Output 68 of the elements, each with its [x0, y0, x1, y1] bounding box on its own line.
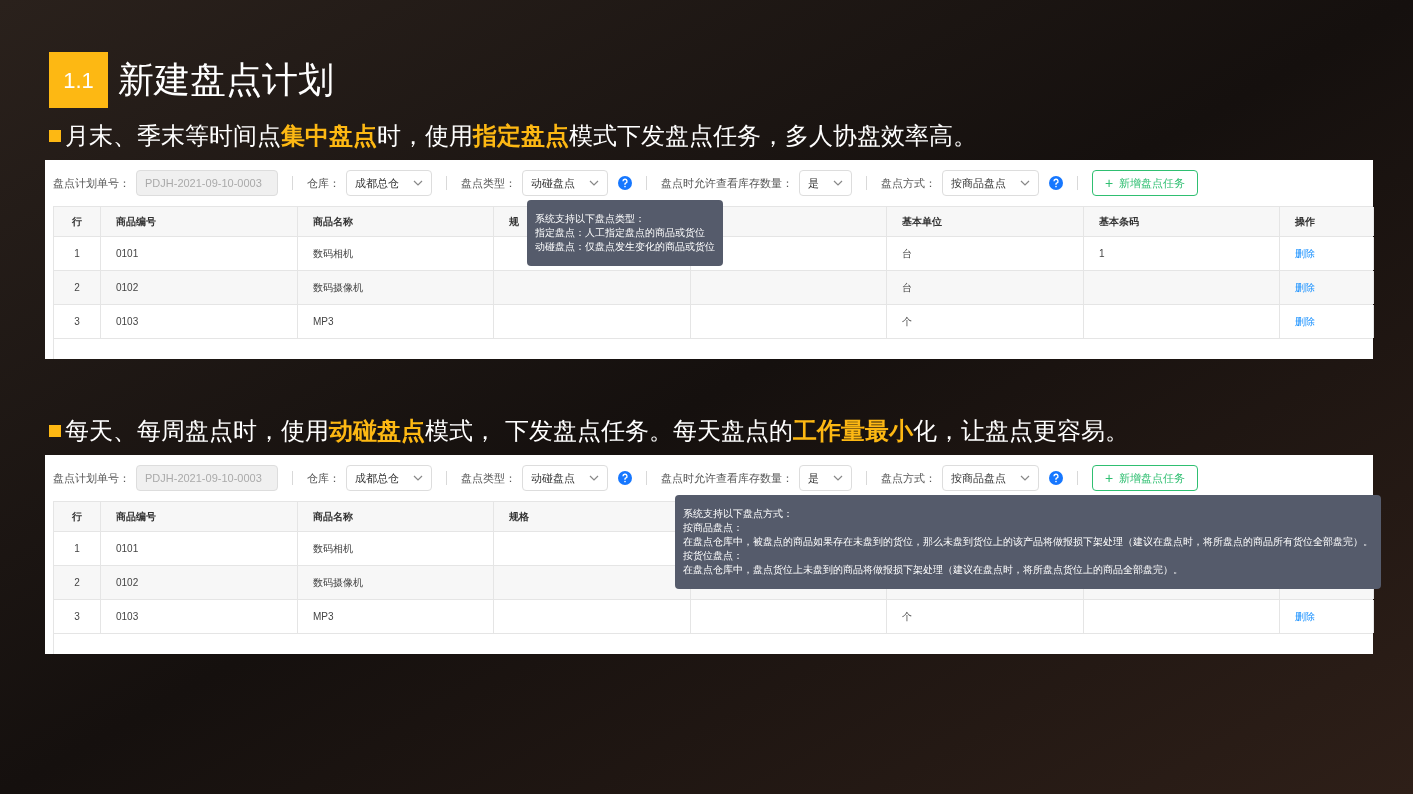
- select-field[interactable]: 成都总仓: [346, 170, 432, 196]
- table-cell-text: 1: [1099, 247, 1105, 261]
- tooltip-text: 在盘点仓库中，被盘点的商品如果存在未盘到的货位，那么未盘到货位上的该产品将做报损下架处理（建议在盘点时，将所盘点的商品所有货位全部盘完）。: [683, 535, 1373, 549]
- table-cell-text: 台: [902, 247, 912, 261]
- select-field[interactable]: 按商品盘点: [942, 170, 1039, 196]
- table-cell-text: 数码摄像机: [313, 576, 363, 590]
- slide-title: 新建盘点计划: [118, 58, 334, 102]
- table-cell-text: 0103: [116, 610, 139, 624]
- field-label: 仓库：: [307, 470, 340, 486]
- select-field[interactable]: 是: [799, 170, 852, 196]
- table-cell-text: MP3: [313, 610, 334, 624]
- field-label: 盘点类型：: [461, 175, 516, 191]
- select-field[interactable]: 按商品盘点: [942, 465, 1039, 491]
- tooltip-text: 按商品盘点：: [683, 521, 744, 535]
- field-label: 盘点时允许查看库存数量：: [661, 470, 793, 486]
- input-field: PDJH-2021-09-10-0003: [136, 465, 278, 491]
- column-header: 规: [509, 215, 519, 229]
- section-badge: 1.1: [49, 52, 108, 108]
- tooltip-text: 指定盘点：人工指定盘点的商品或货位: [535, 226, 706, 240]
- column-header: 基本单位: [902, 215, 942, 229]
- table-cell-text: 1: [74, 247, 80, 261]
- field-label: 盘点方式：: [881, 175, 936, 191]
- tooltip-text: 系统支持以下盘点类型：: [535, 212, 646, 226]
- field-label: 仓库：: [307, 175, 340, 191]
- field-label: 盘点类型：: [461, 470, 516, 486]
- field-label: 盘点计划单号：: [53, 470, 130, 486]
- column-header: 商品名称: [313, 510, 353, 524]
- table-cell-text: 1: [74, 542, 80, 556]
- table-cell-text: 个: [902, 315, 912, 329]
- table-cell-text: 台: [902, 281, 912, 295]
- column-header: 行: [72, 215, 82, 229]
- tooltip-text: 在盘点仓库中，盘点货位上未盘到的商品将做报损下架处理（建议在盘点时，将所盘点货位上的商品全部盘完）。: [683, 563, 1184, 577]
- tooltip-text: 动碰盘点：仅盘点发生变化的商品或货位: [535, 240, 715, 254]
- field-label: 盘点时允许查看库存数量：: [661, 175, 793, 191]
- bullet-text: 月末、季末等时间点集中盘点时，使用指定盘点模式下发盘点任务，多人协盘效率高。: [65, 121, 977, 152]
- table-cell-text: MP3: [313, 315, 334, 329]
- table-cell-text: 0101: [116, 542, 139, 556]
- table-cell-text: 2: [74, 281, 80, 295]
- table-cell-text: 0103: [116, 315, 139, 329]
- select-field[interactable]: 动碰盘点: [522, 170, 608, 196]
- column-header: 规格: [509, 510, 529, 524]
- table-cell-text: 3: [74, 610, 80, 624]
- bullet-text: 每天、每周盘点时，使用动碰盘点模式， 下发盘点任务。每天盘点的工作量最小化，让盘点更容易。: [65, 416, 1129, 447]
- table-cell-text: 0102: [116, 576, 139, 590]
- table-cell-text: 0102: [116, 281, 139, 295]
- field-label: 盘点方式：: [881, 470, 936, 486]
- table-cell-text: 个: [902, 610, 912, 624]
- select-field[interactable]: 是: [799, 465, 852, 491]
- input-field: PDJH-2021-09-10-0003: [136, 170, 278, 196]
- tooltip-text: 按货位盘点：: [683, 549, 744, 563]
- column-header: 商品编号: [116, 215, 156, 229]
- field-label: 盘点计划单号：: [53, 175, 130, 191]
- column-header: 商品编号: [116, 510, 156, 524]
- select-field[interactable]: 动碰盘点: [522, 465, 608, 491]
- column-header: 操作: [1295, 215, 1315, 229]
- column-header: 行: [72, 510, 82, 524]
- table-cell-text: 数码相机: [313, 542, 353, 556]
- plus-icon: +: [1105, 176, 1114, 190]
- table-cell-text: 数码相机: [313, 247, 353, 261]
- plus-icon: +: [1105, 471, 1114, 485]
- table-cell-text: 0101: [116, 247, 139, 261]
- table-cell-text: 2: [74, 576, 80, 590]
- tooltip-text: 系统支持以下盘点方式：: [683, 507, 794, 521]
- column-header: 基本条码: [1099, 215, 1139, 229]
- table-cell-text: 3: [74, 315, 80, 329]
- select-field[interactable]: 成都总仓: [346, 465, 432, 491]
- table-cell-text: 数码摄像机: [313, 281, 363, 295]
- column-header: 商品名称: [313, 215, 353, 229]
